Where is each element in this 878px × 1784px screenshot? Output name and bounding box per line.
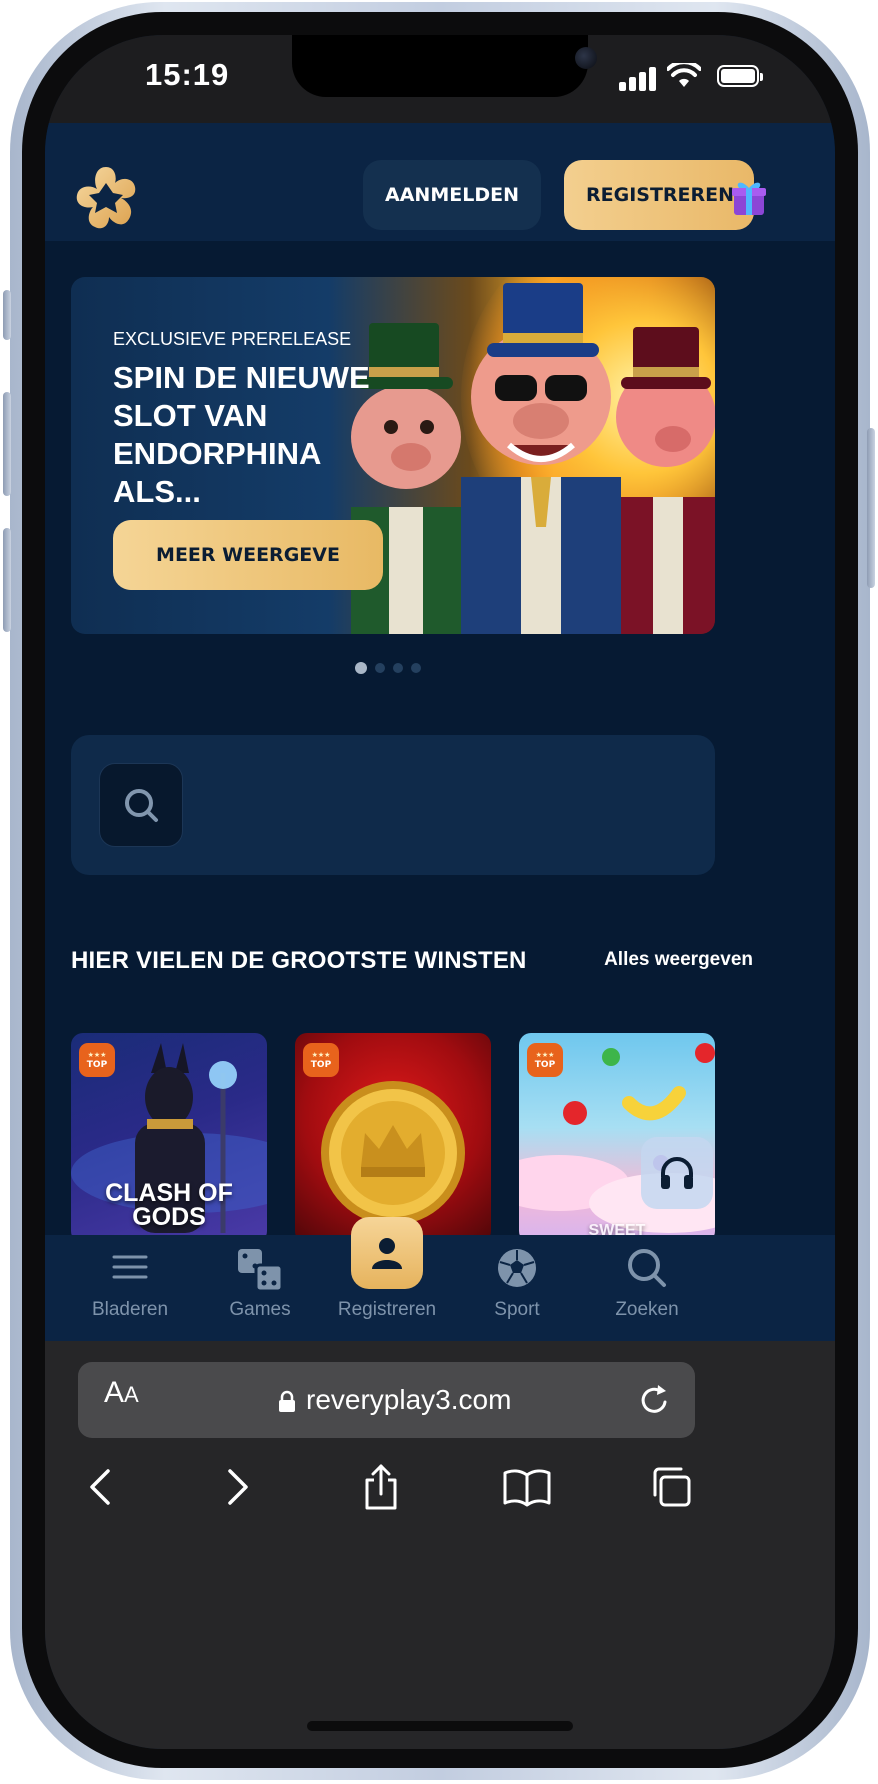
banner-more-button[interactable]: MEER WEERGEVE	[113, 520, 383, 590]
nav-item-sport[interactable]: Sport	[452, 1235, 582, 1341]
nav-item-games[interactable]: Games	[195, 1235, 325, 1341]
register-nav-button[interactable]	[351, 1217, 423, 1289]
url-text: reveryplay3.com	[306, 1384, 512, 1415]
mute-switch	[3, 290, 11, 340]
power-button	[867, 428, 875, 588]
lock-icon	[279, 1390, 295, 1412]
nav-item-browse[interactable]: Bladeren	[65, 1235, 195, 1341]
reload-icon[interactable]	[634, 1380, 674, 1420]
top-badge: ★★★ TOP	[527, 1043, 563, 1077]
headphones-icon	[661, 1157, 693, 1189]
home-indicator	[307, 1721, 573, 1731]
notch	[292, 35, 597, 97]
share-button[interactable]	[351, 1457, 411, 1517]
see-all-link[interactable]: Alles weergeven	[604, 949, 753, 971]
wifi-icon	[667, 63, 701, 87]
carousel-dot[interactable]	[355, 662, 367, 674]
chevron-left-icon	[90, 1469, 110, 1505]
banner-title: SPIN DE NIEUWE SLOT VAN ENDORPHINA ALS..…	[113, 360, 370, 509]
bottom-nav: Bladeren Games Registreren Sport Zoeken	[45, 1235, 835, 1341]
soccer-ball-icon	[498, 1249, 536, 1287]
book-icon	[503, 1469, 551, 1507]
nav-item-search[interactable]: Zoeken	[582, 1235, 712, 1341]
forward-button[interactable]	[207, 1457, 267, 1517]
address-bar[interactable]: AA reveryplay3.com	[78, 1362, 695, 1438]
volume-down-button	[3, 528, 11, 632]
search-icon	[125, 789, 158, 822]
battery-icon	[717, 65, 763, 87]
games-row: ★★★ TOP CLASH OF GODS ★★★ TOP ★★★ TOP SW…	[71, 1033, 731, 1243]
banner-eyebrow: EXCLUSIEVE PRERELEASE	[113, 329, 352, 349]
game-title: CLASH OF GODS	[105, 1179, 233, 1231]
phone-screen: 15:19 AANMELDEN REGISTREREN EXCLUSIEVE P…	[45, 35, 835, 1749]
carousel-dot[interactable]	[411, 663, 421, 673]
tabs-button[interactable]	[641, 1457, 701, 1517]
volume-up-button	[3, 392, 11, 496]
bookmarks-button[interactable]	[497, 1457, 557, 1517]
carousel-pagination	[355, 661, 421, 675]
top-badge: ★★★ TOP	[79, 1043, 115, 1077]
section-title: HIER VIELEN DE GROOTSTE WINSTEN	[71, 947, 527, 974]
back-button[interactable]	[71, 1457, 131, 1517]
menu-icon	[112, 1255, 148, 1279]
nav-label: Bladeren	[91, 1299, 169, 1320]
status-time: 15:19	[145, 57, 230, 92]
dice-icon	[238, 1249, 284, 1293]
site-header: AANMELDEN REGISTREREN	[45, 123, 835, 241]
nav-label: Zoeken	[615, 1299, 679, 1320]
status-bar: 15:19	[45, 35, 835, 123]
carousel-dot[interactable]	[375, 663, 385, 673]
chevron-right-icon	[228, 1469, 248, 1505]
support-button[interactable]	[641, 1137, 713, 1209]
camera-icon	[575, 47, 597, 69]
user-icon	[372, 1238, 402, 1269]
search-input[interactable]	[71, 735, 715, 875]
nav-label: Sport	[494, 1299, 540, 1320]
game-card[interactable]: ★★★ TOP	[295, 1033, 491, 1243]
tabs-icon	[653, 1467, 691, 1507]
search-icon	[628, 1249, 666, 1287]
share-icon	[365, 1464, 397, 1510]
register-button[interactable]: REGISTREREN	[564, 160, 754, 230]
brand-logo-icon[interactable]	[71, 163, 141, 233]
nav-label: Games	[229, 1299, 291, 1320]
game-card[interactable]: ★★★ TOP CLASH OF GODS	[71, 1033, 267, 1243]
carousel-dot[interactable]	[393, 663, 403, 673]
register-button-label: REGISTREREN	[586, 184, 735, 206]
cellular-signal-icon	[619, 65, 659, 91]
reader-text-size-button[interactable]: AA	[104, 1376, 139, 1410]
gift-icon[interactable]	[729, 177, 769, 217]
promo-banner[interactable]: EXCLUSIEVE PRERELEASE SPIN DE NIEUWE SLO…	[71, 277, 715, 634]
nav-label: Registreren	[337, 1299, 437, 1320]
search-button[interactable]	[99, 763, 183, 847]
top-badge: ★★★ TOP	[303, 1043, 339, 1077]
browser-chrome: AA reveryplay3.com	[45, 1341, 835, 1749]
login-button[interactable]: AANMELDEN	[363, 160, 541, 230]
